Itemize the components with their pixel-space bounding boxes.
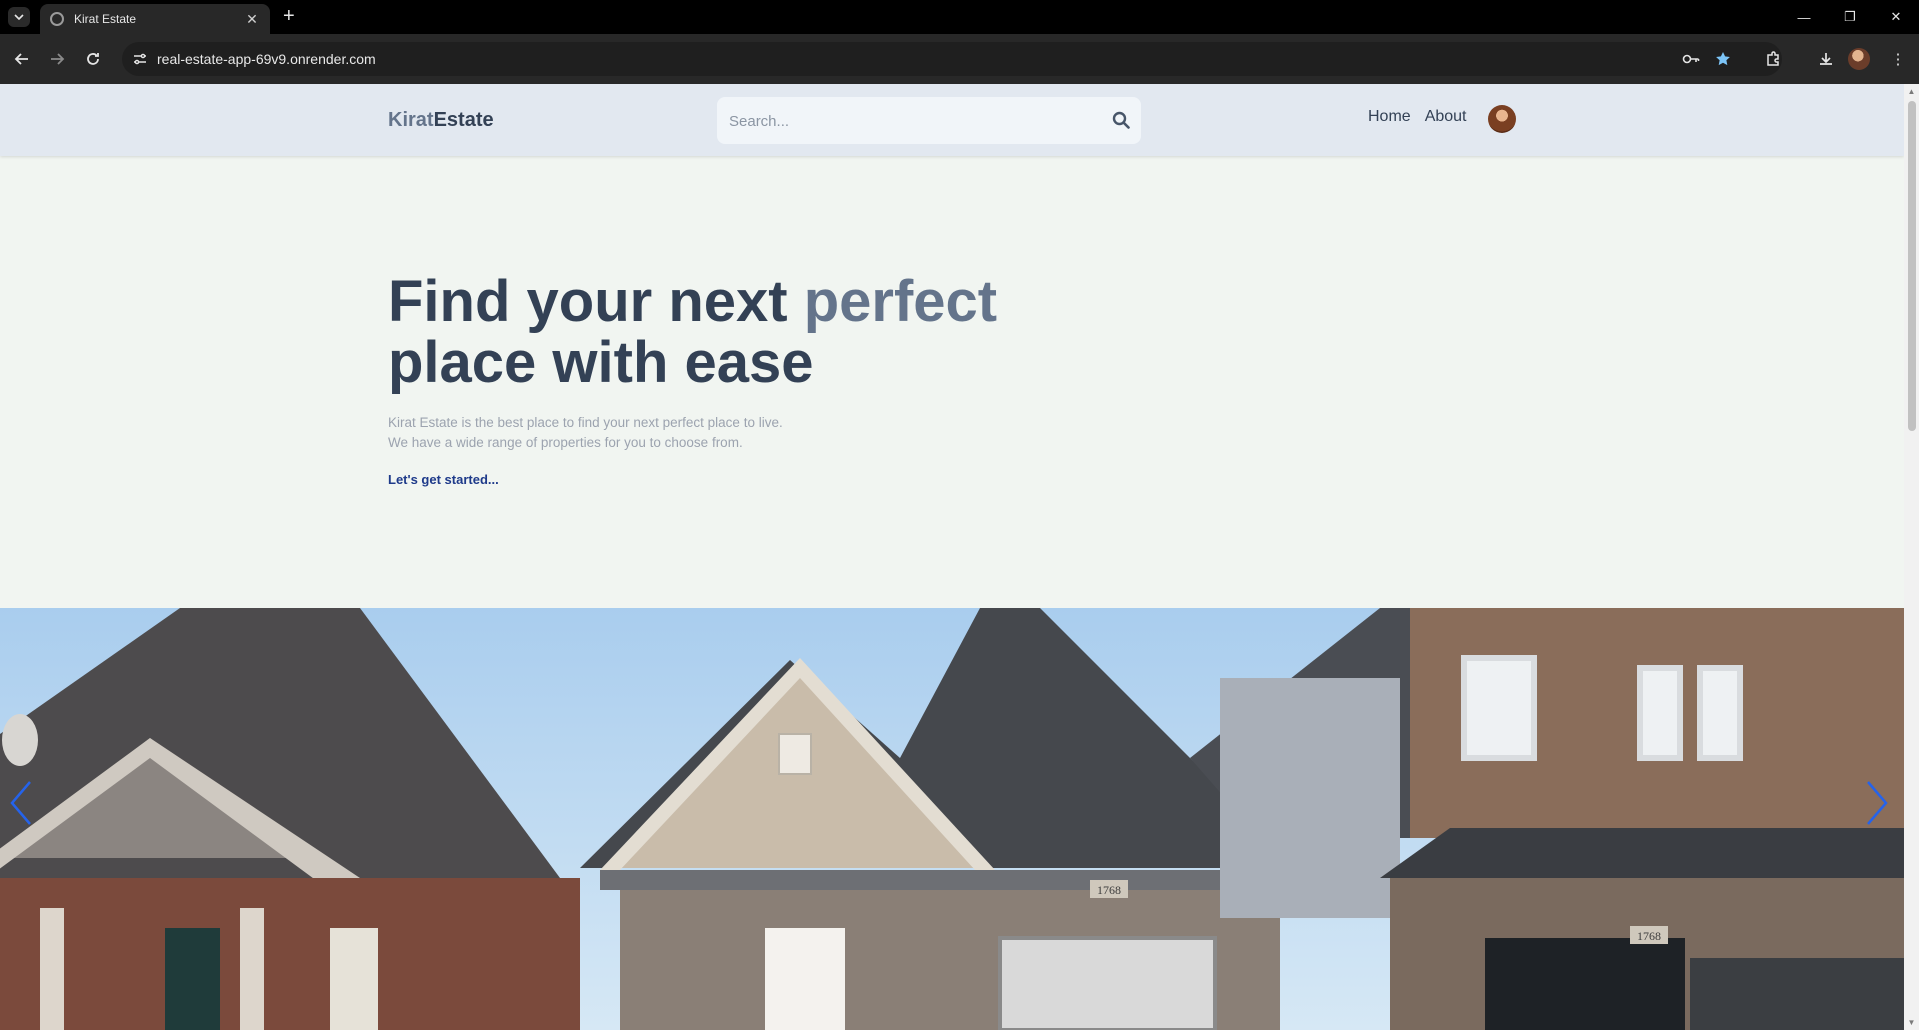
- url-text: real-estate-app-69v9.onrender.com: [157, 51, 376, 67]
- main-nav: Home About: [1368, 108, 1467, 126]
- new-tab-button[interactable]: +: [283, 6, 295, 26]
- restore-button[interactable]: ❐: [1827, 0, 1873, 34]
- minimize-button[interactable]: —: [1781, 0, 1827, 34]
- reload-button[interactable]: [81, 47, 105, 71]
- browser-tabbar: Kirat Estate ✕ + — ❐ ✕: [0, 0, 1919, 34]
- page-viewport: KiratEstate Home About Find your next pe…: [0, 84, 1904, 1030]
- logo-part-1: Kirat: [388, 109, 434, 131]
- logo-part-2: Estate: [433, 109, 494, 131]
- arrow-right-icon: [51, 53, 65, 65]
- nav-home-link[interactable]: Home: [1368, 108, 1411, 126]
- back-button[interactable]: [10, 47, 34, 71]
- search-icon[interactable]: [1112, 111, 1130, 129]
- browser-toolbar: real-estate-app-69v9.onrender.com ⋮: [0, 34, 1919, 84]
- hero-description-line-2: We have a wide range of properties for y…: [388, 435, 743, 450]
- downloads-icon[interactable]: [1814, 47, 1838, 71]
- browser-profile-avatar[interactable]: [1848, 48, 1870, 70]
- user-avatar[interactable]: [1488, 105, 1516, 133]
- forward-button[interactable]: [45, 47, 69, 71]
- close-tab-icon[interactable]: ✕: [244, 11, 260, 28]
- tune-icon: [134, 53, 146, 65]
- scroll-up-arrow[interactable]: ▲: [1907, 87, 1916, 96]
- get-started-link[interactable]: Let's get started...: [388, 472, 499, 487]
- listing-image-slider: 1768 1768: [0, 608, 1904, 1030]
- house-number-1: 1768: [1097, 883, 1121, 897]
- window-close-button[interactable]: ✕: [1873, 0, 1919, 34]
- globe-icon: [50, 12, 64, 26]
- site-logo[interactable]: KiratEstate: [388, 109, 494, 132]
- slider-prev-button[interactable]: [6, 778, 36, 828]
- tab-search-button[interactable]: [8, 7, 30, 27]
- scroll-down-arrow[interactable]: ▼: [1907, 1018, 1916, 1027]
- menu-kebab-icon[interactable]: ⋮: [1886, 47, 1910, 71]
- tab-title: Kirat Estate: [74, 12, 137, 26]
- site-info-icon[interactable]: [132, 51, 148, 67]
- address-bar[interactable]: real-estate-app-69v9.onrender.com: [122, 42, 1782, 76]
- hero-title-part-1: Find your next: [388, 269, 804, 334]
- extensions-icon[interactable]: [1761, 47, 1785, 71]
- reload-icon: [87, 53, 99, 65]
- search-form: [717, 97, 1141, 144]
- page-scrollbar[interactable]: ▲ ▼: [1904, 84, 1919, 1030]
- chevron-left-icon: [10, 781, 31, 825]
- hero-description: Kirat Estate is the best place to find y…: [388, 413, 1088, 453]
- hero-description-line-1: Kirat Estate is the best place to find y…: [388, 415, 783, 430]
- hero-title: Find your next perfect place with ease: [388, 271, 1088, 393]
- nav-about-link[interactable]: About: [1425, 108, 1467, 126]
- password-key-icon[interactable]: [1682, 50, 1700, 68]
- scroll-thumb[interactable]: [1908, 101, 1916, 431]
- hero-title-accent: perfect: [803, 269, 998, 334]
- chevron-down-icon: [14, 14, 24, 20]
- house-number-2: 1768: [1637, 929, 1661, 943]
- browser-tab[interactable]: Kirat Estate ✕: [40, 4, 270, 34]
- houses-photo: 1768 1768: [0, 608, 1904, 1030]
- search-input[interactable]: [729, 109, 1099, 133]
- slider-next-button[interactable]: [1862, 778, 1892, 828]
- site-header: KiratEstate Home About: [0, 84, 1904, 156]
- hero-title-part-2: place with ease: [388, 330, 814, 395]
- bookmark-star-icon[interactable]: [1714, 50, 1732, 68]
- hero-section: Find your next perfect place with ease K…: [388, 271, 1088, 489]
- arrow-left-icon: [14, 53, 28, 65]
- chevron-right-icon: [1867, 781, 1888, 825]
